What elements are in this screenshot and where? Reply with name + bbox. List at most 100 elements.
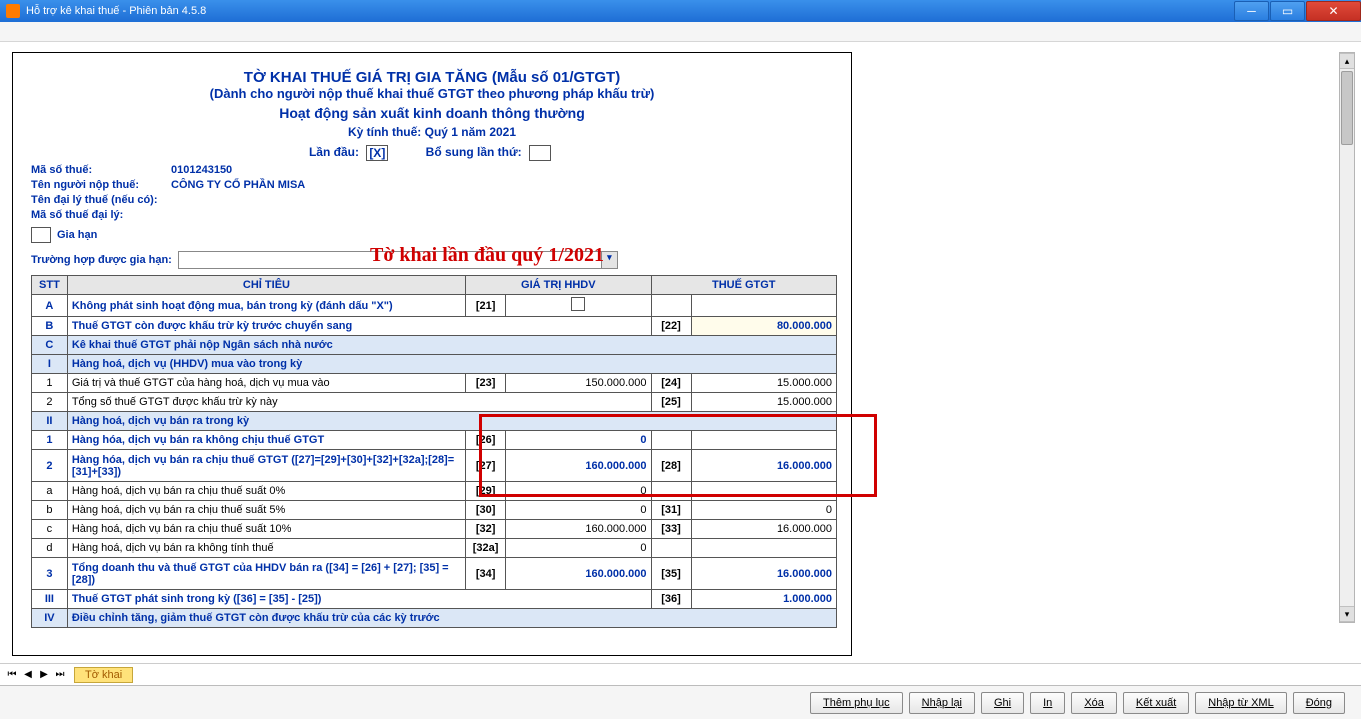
desc: Hàng hóa, dịch vụ bán ra chịu thuế GTGT … (67, 450, 465, 482)
content-area: TỜ KHAI THUẾ GIÁ TRỊ GIA TĂNG (Mẫu số 01… (0, 42, 1361, 663)
stt: A (32, 295, 68, 317)
blank (691, 295, 836, 317)
stt: 2 (32, 450, 68, 482)
tab-nav-prev[interactable]: ◀ (20, 667, 36, 683)
row-b: b Hàng hoá, dịch vụ bán ra chịu thuế suấ… (32, 501, 837, 520)
code-36: [36] (651, 590, 691, 609)
import-xml-button[interactable]: Nhập từ XML (1195, 692, 1286, 714)
stt: d (32, 539, 68, 558)
row-II: II Hàng hoá, dịch vụ bán ra trong kỳ (32, 412, 837, 431)
blank (651, 295, 691, 317)
col-thue: THUẾ GTGT (651, 276, 836, 295)
blank (651, 539, 691, 558)
val-23[interactable]: 150.000.000 (506, 374, 651, 393)
close-button[interactable]: ✕ (1306, 1, 1361, 21)
desc: Kê khai thuế GTGT phải nộp Ngân sách nhà… (67, 336, 836, 355)
scroll-up-arrow[interactable]: ▴ (1340, 53, 1354, 69)
bosung-input[interactable] (529, 145, 551, 161)
export-button[interactable]: Kết xuất (1123, 692, 1189, 714)
form-activity: Hoạt động sản xuất kinh doanh thông thườ… (31, 105, 833, 121)
giahan-checkbox[interactable] (31, 227, 51, 243)
footer-toolbar: Thêm phụ lục Nhập lại Ghi In Xóa Kết xuấ… (0, 685, 1361, 719)
scroll-down-arrow[interactable]: ▾ (1340, 606, 1354, 622)
val-24[interactable]: 15.000.000 (691, 374, 836, 393)
tab-nav-last[interactable]: ⏭ (52, 667, 68, 683)
desc: Hàng hoá, dịch vụ bán ra chịu thuế suất … (67, 501, 465, 520)
stt: b (32, 501, 68, 520)
row-1-buy: 1 Giá trị và thuế GTGT của hàng hoá, dịc… (32, 374, 837, 393)
scroll-thumb[interactable] (1341, 71, 1353, 145)
mst-value: 0101243150 (171, 164, 232, 176)
code-21: [21] (466, 295, 506, 317)
val-32[interactable]: 160.000.000 (506, 520, 651, 539)
maximize-button[interactable]: ▭ (1270, 1, 1305, 21)
row-IV: IV Điều chỉnh tăng, giảm thuế GTGT còn đ… (32, 609, 837, 628)
val-30[interactable]: 0 (506, 501, 651, 520)
save-button[interactable]: Ghi (981, 692, 1024, 714)
val-36: 1.000.000 (691, 590, 836, 609)
form-paper: TỜ KHAI THUẾ GIÁ TRỊ GIA TĂNG (Mẫu số 01… (12, 52, 852, 656)
vertical-scrollbar[interactable]: ▴ ▾ (1339, 52, 1355, 623)
landau-checkbox[interactable]: [X] (366, 145, 388, 161)
blank (691, 539, 836, 558)
val-26[interactable]: 0 (506, 431, 651, 450)
add-appendix-button[interactable]: Thêm phụ lục (810, 692, 903, 714)
stt: B (32, 317, 68, 336)
val-29[interactable]: 0 (506, 482, 651, 501)
blank (651, 482, 691, 501)
minimize-button[interactable]: ─ (1234, 1, 1269, 21)
row-A: A Không phát sinh hoạt động mua, bán tro… (32, 295, 837, 317)
sheet-tabs-bar: ⏮ ◀ ▶ ⏭ Tờ khai (0, 663, 1361, 685)
code-34: [34] (466, 558, 506, 590)
row-d: d Hàng hoá, dịch vụ bán ra không tính th… (32, 539, 837, 558)
checkbox-21[interactable] (506, 295, 651, 317)
val-32a[interactable]: 0 (506, 539, 651, 558)
row-I: I Hàng hoá, dịch vụ (HHDV) mua vào trong… (32, 355, 837, 374)
stt: C (32, 336, 68, 355)
mstdl-label: Mã số thuế đại lý: (31, 209, 171, 221)
val-27: 160.000.000 (506, 450, 651, 482)
val-31[interactable]: 0 (691, 501, 836, 520)
tab-nav-next[interactable]: ▶ (36, 667, 52, 683)
reenter-button[interactable]: Nhập lại (909, 692, 975, 714)
val-22[interactable]: 80.000.000 (691, 317, 836, 336)
desc: Không phát sinh hoạt động mua, bán trong… (67, 295, 465, 317)
desc: Giá trị và thuế GTGT của hàng hoá, dịch … (67, 374, 465, 393)
bosung-label: Bổ sung lần thứ: (426, 145, 522, 159)
menubar (0, 22, 1361, 42)
code-25: [25] (651, 393, 691, 412)
dl-label: Tên đại lý thuế (nếu có): (31, 194, 191, 206)
delete-button[interactable]: Xóa (1071, 692, 1117, 714)
col-chitieu: CHỈ TIÊU (67, 276, 465, 295)
stt: I (32, 355, 68, 374)
code-30: [30] (466, 501, 506, 520)
form-period: Kỳ tính thuế: Quý 1 năm 2021 (31, 125, 833, 139)
desc: Hàng hoá, dịch vụ bán ra chịu thuế suất … (67, 482, 465, 501)
titlebar: Hỗ trợ kê khai thuế - Phiên bản 4.5.8 ─ … (0, 0, 1361, 22)
val-25[interactable]: 15.000.000 (691, 393, 836, 412)
tab-nav-first[interactable]: ⏮ (4, 667, 20, 683)
desc: Điều chỉnh tăng, giảm thuế GTGT còn được… (67, 609, 836, 628)
extension-case-label: Trường hợp được gia hạn: (31, 254, 172, 266)
stt: 2 (32, 393, 68, 412)
ten-label: Tên người nộp thuế: (31, 179, 171, 191)
col-hhdv: GIÁ TRỊ HHDV (466, 276, 651, 295)
desc: Tổng số thuế GTGT được khấu trừ kỳ này (67, 393, 651, 412)
val-33[interactable]: 16.000.000 (691, 520, 836, 539)
val-28: 16.000.000 (691, 450, 836, 482)
desc: Hàng hoá, dịch vụ bán ra không tính thuế (67, 539, 465, 558)
tab-tokhai[interactable]: Tờ khai (74, 667, 133, 683)
close-form-button[interactable]: Đóng (1293, 692, 1345, 714)
blank (691, 431, 836, 450)
desc: Hàng hoá, dịch vụ bán ra trong kỳ (67, 412, 836, 431)
code-29: [29] (466, 482, 506, 501)
row-1-sell: 1 Hàng hóa, dịch vụ bán ra không chịu th… (32, 431, 837, 450)
print-button[interactable]: In (1030, 692, 1065, 714)
stt: a (32, 482, 68, 501)
code-24: [24] (651, 374, 691, 393)
val-35: 16.000.000 (691, 558, 836, 590)
code-27: [27] (466, 450, 506, 482)
desc: Tổng doanh thu và thuế GTGT của HHDV bán… (67, 558, 465, 590)
mst-label: Mã số thuế: (31, 164, 171, 176)
row-3-sell: 3 Tổng doanh thu và thuế GTGT của HHDV b… (32, 558, 837, 590)
